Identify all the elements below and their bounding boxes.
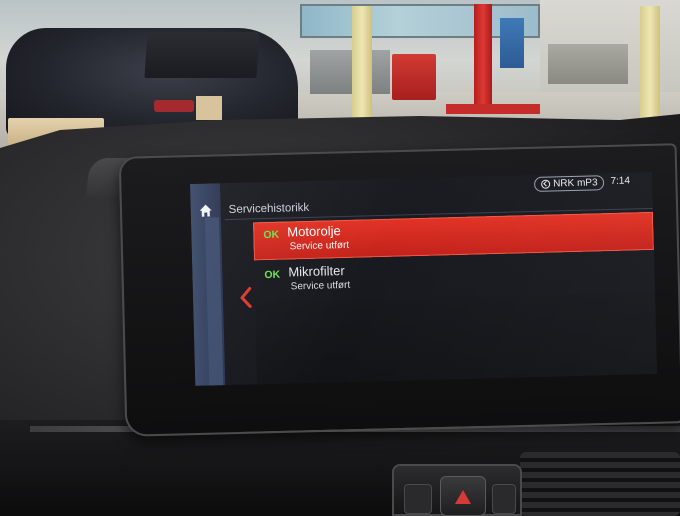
lift-base [446,104,540,114]
item-subtitle: Service utført [290,279,351,293]
trunk-box [196,96,222,120]
blue-equipment [500,18,524,68]
panel-button-right[interactable] [492,484,516,514]
ok-status-badge: OK [263,228,280,242]
red-tool-cabinet [392,54,436,100]
ok-status-badge: OK [264,268,281,282]
home-icon[interactable] [199,203,213,217]
car-tail-light [154,100,194,112]
hazard-triangle-icon [455,490,471,504]
infotainment-screen: NRK mP3 7:14 Servicehistorikk OK Motorol… [190,171,658,386]
workbench [310,50,390,94]
rail-inner [204,217,224,386]
clock: 7:14 [610,175,631,187]
photo-scene: NRK mP3 7:14 Servicehistorikk OK Motorol… [0,0,680,516]
left-navigation-rail [190,183,226,386]
item-subtitle: Service utført [289,239,350,253]
page-title: Servicehistorikk [228,201,310,216]
radio-source: NRK mP3 [552,176,598,189]
workbench-right [548,44,628,84]
red-lift-column [474,4,492,112]
panel-button-left[interactable] [404,484,432,514]
item-title: Mikrofilter [288,262,345,280]
chevron-left-icon[interactable] [239,286,254,308]
yellow-pillar [352,6,372,126]
air-vent[interactable] [520,452,680,516]
status-bar: NRK mP3 7:14 [533,172,652,193]
yellow-pillar-right [640,6,660,126]
item-title: Motorolje [287,223,341,240]
radio-icon [540,179,551,189]
radio-status[interactable]: NRK mP3 [533,174,605,192]
car-trunk-lid [144,32,260,78]
empty-list-area [255,291,658,385]
